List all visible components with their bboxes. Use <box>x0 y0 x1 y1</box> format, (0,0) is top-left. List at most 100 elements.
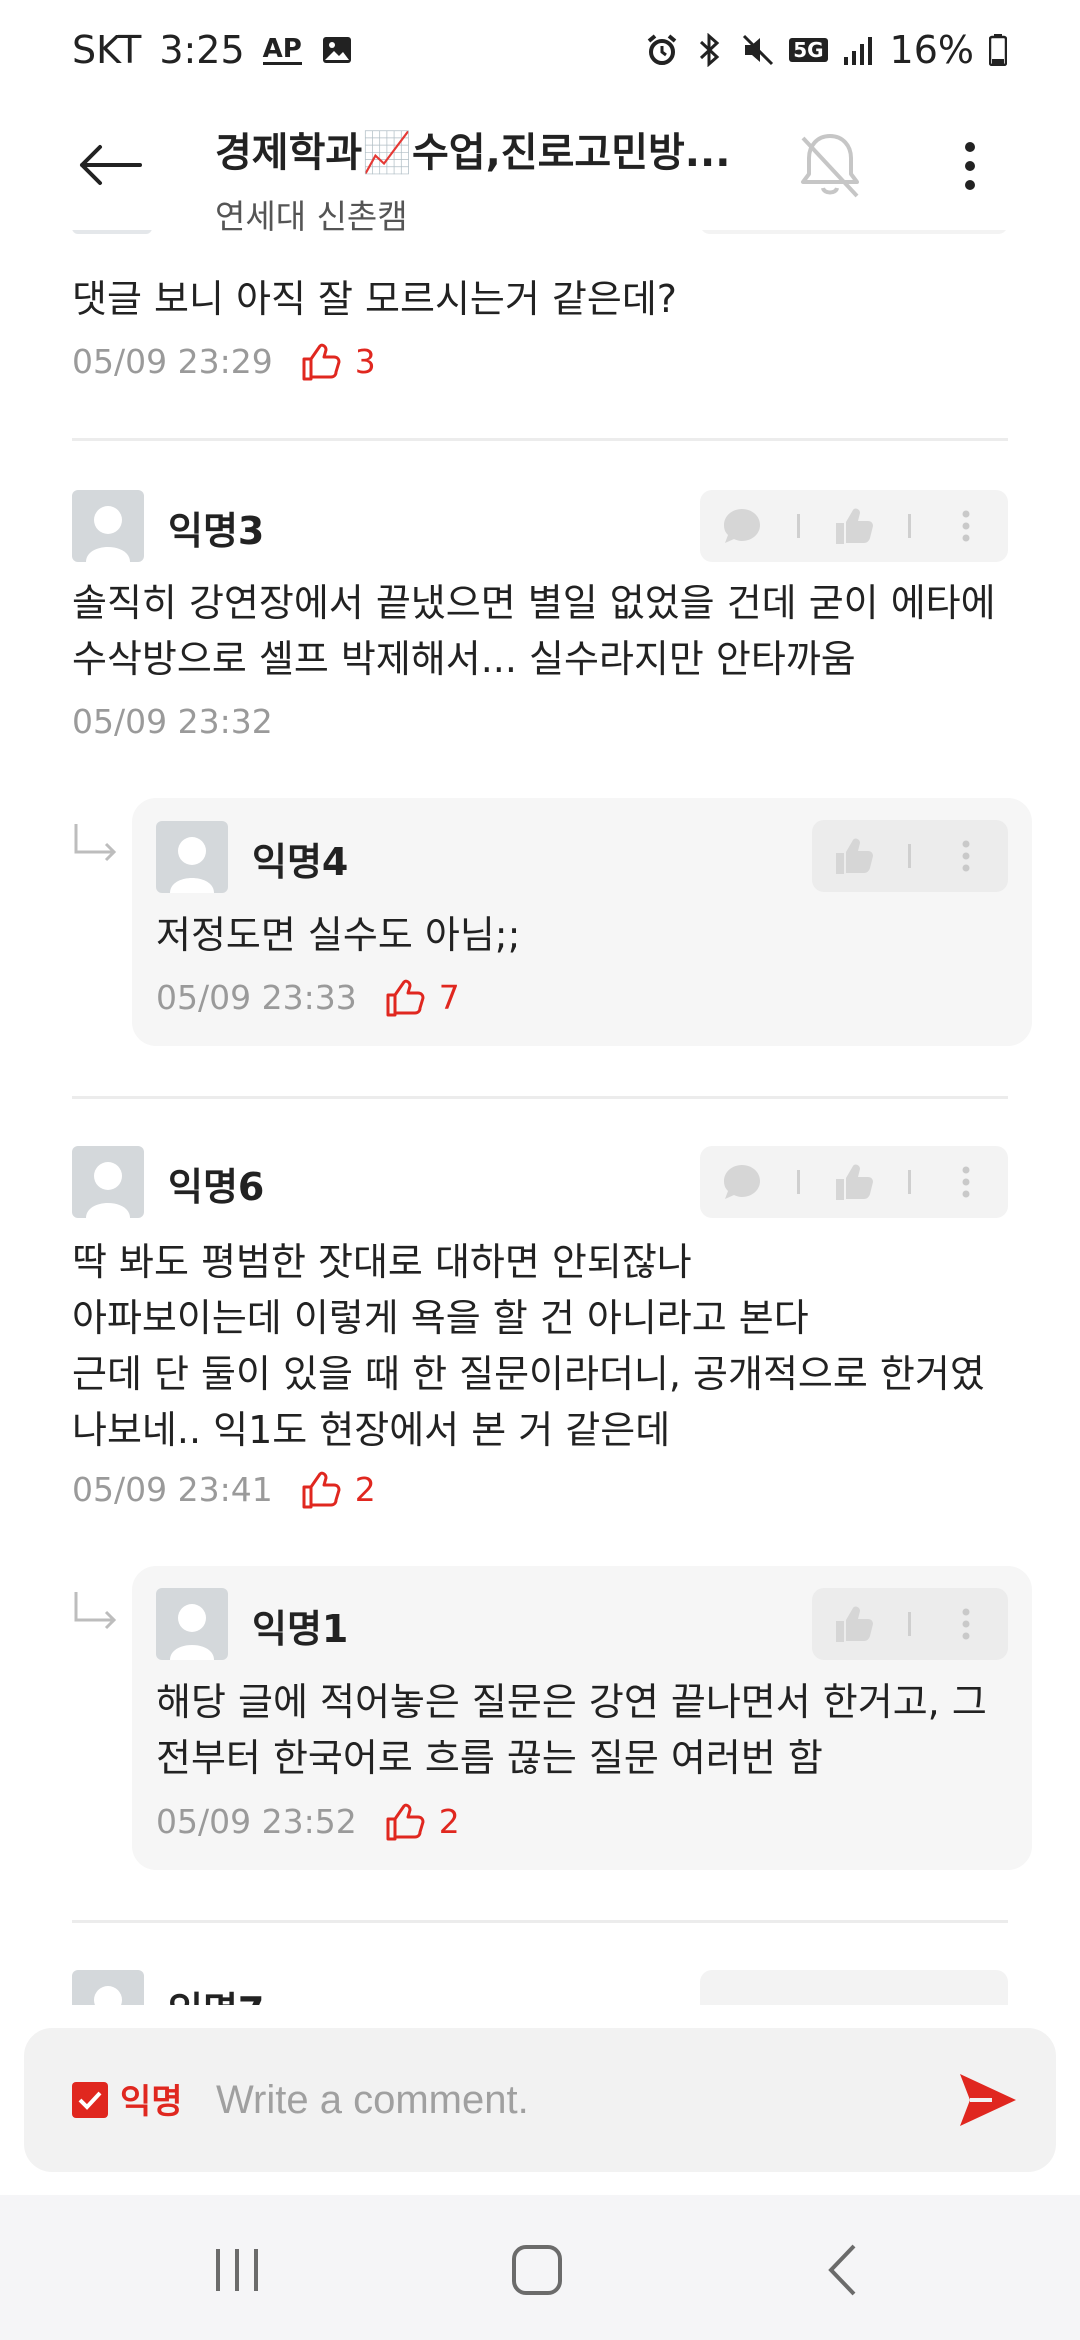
comment-composer: 익명 <box>24 2028 1056 2172</box>
bluetooth-icon <box>693 33 727 67</box>
battery-percent: 16% <box>889 28 974 72</box>
separator <box>908 844 912 868</box>
home-icon <box>512 2245 562 2295</box>
reply-button[interactable] <box>712 1152 772 1212</box>
separator <box>908 1170 912 1194</box>
comment-author: 익명7 <box>168 1980 264 2005</box>
kebab-menu-icon <box>962 1608 970 1640</box>
divider <box>72 1920 1008 1923</box>
kebab-menu-icon <box>962 510 970 542</box>
avatar <box>72 490 144 562</box>
comment-time: 05/09 23:33 <box>156 978 357 1017</box>
comment-time: 05/09 23:52 <box>156 1802 357 1841</box>
like-count: 7 <box>385 978 460 1017</box>
chat-bubble-icon <box>724 1165 761 1199</box>
kebab-menu-icon <box>962 1166 970 1198</box>
separator <box>908 514 912 538</box>
comment-meta: 05/09 23:33 7 <box>156 978 460 1017</box>
status-bar: SKT 3:25 AP 5G 16% <box>0 0 1080 100</box>
comment-more-button[interactable] <box>936 1152 996 1212</box>
comment-author: 익명6 <box>168 1165 265 1209</box>
comment-meta: 05/09 23:29 3 <box>72 342 376 381</box>
comment-more-button[interactable] <box>936 496 996 556</box>
reply-arrow-icon <box>72 1590 120 1636</box>
separator <box>908 1612 912 1636</box>
comment-actions <box>700 230 1008 234</box>
thumbs-up-icon <box>386 1803 425 1840</box>
divider <box>72 438 1008 441</box>
separator <box>796 1170 800 1194</box>
more-options-button[interactable] <box>945 126 995 206</box>
comment-author: 익명4 <box>252 840 349 884</box>
home-button[interactable] <box>497 2235 577 2305</box>
comment-input[interactable] <box>216 2068 956 2132</box>
comment-meta: 05/09 23:52 2 <box>156 1802 460 1841</box>
comment-actions <box>812 1588 1008 1660</box>
avatar <box>72 1146 144 1218</box>
comment-more-button[interactable] <box>936 826 996 886</box>
notification-toggle-button[interactable] <box>790 126 870 206</box>
signal-icon <box>842 33 876 67</box>
thumbs-up-icon <box>302 1471 341 1508</box>
reply-arrow-icon <box>72 822 120 868</box>
anonymous-label[interactable]: 익명 <box>120 2074 183 2123</box>
checkmark-icon <box>78 2091 102 2110</box>
comment-time: 05/09 23:41 <box>72 1470 273 1509</box>
back-nav-button[interactable] <box>802 2235 882 2305</box>
comment-text: 딱 봐도 평범한 잣대로 대하면 안되잖나 아파보이는데 이렇게 욕을 할 건 … <box>72 1240 985 1452</box>
send-icon <box>960 2074 1016 2126</box>
comment-time: 05/09 23:32 <box>72 702 273 741</box>
comment-list[interactable]: 댓글 보니 아직 잘 모르시는거 같은데? 05/09 23:29 3 익명3 … <box>0 230 1080 2005</box>
image-icon <box>320 33 354 67</box>
network-type: 5G <box>789 38 828 62</box>
battery-icon <box>988 33 1008 67</box>
ap-badge: AP <box>262 33 302 65</box>
reply-button[interactable] <box>712 496 772 556</box>
thumbs-up-icon <box>302 343 341 380</box>
clock: 3:25 <box>159 28 245 72</box>
comment-text: 저정도면 실수도 아님;; <box>156 913 521 957</box>
kebab-menu-icon <box>965 142 975 190</box>
system-nav-bar <box>0 2195 1080 2340</box>
comment-time: 05/09 23:29 <box>72 342 273 381</box>
comment-actions <box>812 820 1008 892</box>
like-button[interactable] <box>824 1594 884 1654</box>
thumbs-up-icon <box>386 979 425 1016</box>
thumbs-up-icon <box>835 1164 873 1200</box>
alarm-icon <box>645 33 679 67</box>
like-count: 2 <box>385 1802 460 1841</box>
like-button[interactable] <box>824 1152 884 1212</box>
avatar <box>156 821 228 893</box>
kebab-menu-icon <box>962 840 970 872</box>
like-button[interactable] <box>824 496 884 556</box>
avatar <box>156 1588 228 1660</box>
top-app-bar: 경제학과📈수업,진로고민방... 연세대 신촌캠 <box>0 100 1080 236</box>
like-count: 2 <box>301 1470 376 1509</box>
separator <box>796 514 800 538</box>
anonymous-checkbox[interactable] <box>72 2082 108 2118</box>
comment-actions <box>700 1970 1008 2005</box>
comment-meta: 05/09 23:32 <box>72 702 273 741</box>
thumbs-up-icon <box>836 838 874 874</box>
comment-text: 댓글 보니 아직 잘 모르시는거 같은데? <box>72 277 677 321</box>
avatar <box>72 230 152 234</box>
like-count: 3 <box>301 342 376 381</box>
bell-off-icon <box>801 134 859 198</box>
board-title-block: 경제학과📈수업,진로고민방... 연세대 신촌캠 <box>215 120 735 238</box>
chevron-left-icon <box>828 2244 856 2296</box>
send-button[interactable] <box>954 2066 1022 2134</box>
divider <box>72 1096 1008 1099</box>
thumbs-up-icon <box>836 1606 874 1642</box>
recent-apps-icon <box>216 2249 258 2291</box>
back-button[interactable] <box>70 130 150 200</box>
carrier-label: SKT <box>72 28 142 72</box>
like-button[interactable] <box>824 826 884 886</box>
avatar <box>72 1970 144 2005</box>
thumbs-up-icon <box>835 508 873 544</box>
comment-author: 익명1 <box>252 1607 349 1651</box>
comment-actions <box>700 490 1008 562</box>
recent-apps-button[interactable] <box>197 2235 277 2305</box>
comment-more-button[interactable] <box>936 1594 996 1654</box>
board-title: 경제학과📈수업,진로고민방... <box>215 130 731 176</box>
mute-icon <box>741 33 775 67</box>
